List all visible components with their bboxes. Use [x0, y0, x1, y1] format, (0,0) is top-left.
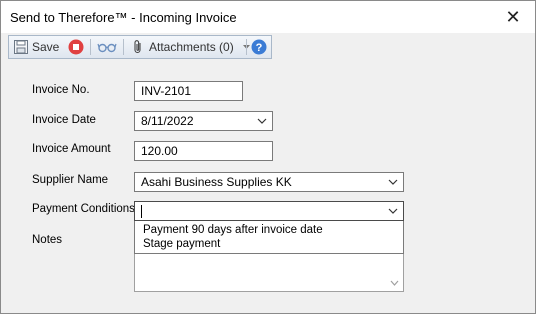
invoice-no-field[interactable]: INV-2101 [134, 81, 243, 101]
notes-scrollbar[interactable] [386, 254, 403, 290]
toolbar-area: Save Attachments (0) ? [1, 33, 535, 61]
close-button[interactable]: ✕ [491, 1, 535, 33]
supplier-name-value: Asahi Business Supplies KK [141, 175, 292, 189]
payment-conditions-select[interactable] [134, 201, 404, 221]
save-icon [14, 40, 28, 54]
text-cursor [141, 205, 142, 218]
supplier-name-label: Supplier Name [32, 174, 109, 186]
stop-button[interactable] [68, 36, 84, 58]
toolbar-separator [246, 39, 247, 55]
chevron-down-icon [388, 179, 398, 185]
toolbar-separator [123, 39, 124, 55]
supplier-name-select[interactable]: Asahi Business Supplies KK [134, 172, 404, 192]
toolbar-separator [90, 39, 91, 55]
close-icon: ✕ [505, 6, 521, 27]
dropdown-option[interactable]: Payment 90 days after invoice date [143, 224, 323, 236]
toolbar: Save Attachments (0) ? [8, 35, 272, 59]
invoice-date-value: 8/11/2022 [141, 114, 194, 128]
notes-textarea[interactable] [134, 254, 404, 292]
chevron-down-icon [257, 118, 267, 124]
glasses-icon [97, 43, 117, 53]
dropdown-option[interactable]: Stage payment [143, 238, 220, 250]
scroll-down-icon [390, 280, 399, 286]
invoice-no-value: INV-2101 [141, 84, 192, 98]
invoice-no-label: Invoice No. [32, 84, 90, 96]
attachments-button[interactable]: Attachments (0) [132, 36, 250, 58]
invoice-amount-field[interactable]: 120.00 [134, 141, 273, 161]
svg-text:?: ? [256, 42, 263, 54]
payment-conditions-label: Payment Conditions [32, 203, 135, 215]
save-button[interactable]: Save [13, 36, 59, 58]
help-icon: ? [251, 39, 267, 55]
chevron-down-icon [388, 208, 398, 214]
invoice-date-label: Invoice Date [32, 114, 96, 126]
stop-icon [68, 39, 84, 55]
payment-conditions-dropdown: Payment 90 days after invoice date Stage… [134, 221, 404, 254]
attachments-label: Attachments (0) [149, 40, 234, 54]
preview-button[interactable] [97, 36, 117, 58]
invoice-amount-value: 120.00 [141, 144, 178, 158]
invoice-amount-label: Invoice Amount [32, 143, 111, 155]
invoice-dialog: Send to Therefore™ - Incoming Invoice ✕ … [0, 0, 536, 314]
title-bar: Send to Therefore™ - Incoming Invoice ✕ [1, 1, 535, 33]
save-label: Save [32, 40, 60, 54]
paperclip-icon [134, 40, 141, 54]
notes-label: Notes [32, 234, 63, 246]
help-button[interactable]: ? [251, 36, 267, 58]
window-title: Send to Therefore™ - Incoming Invoice [10, 10, 237, 25]
invoice-date-picker[interactable]: 8/11/2022 [134, 111, 273, 131]
